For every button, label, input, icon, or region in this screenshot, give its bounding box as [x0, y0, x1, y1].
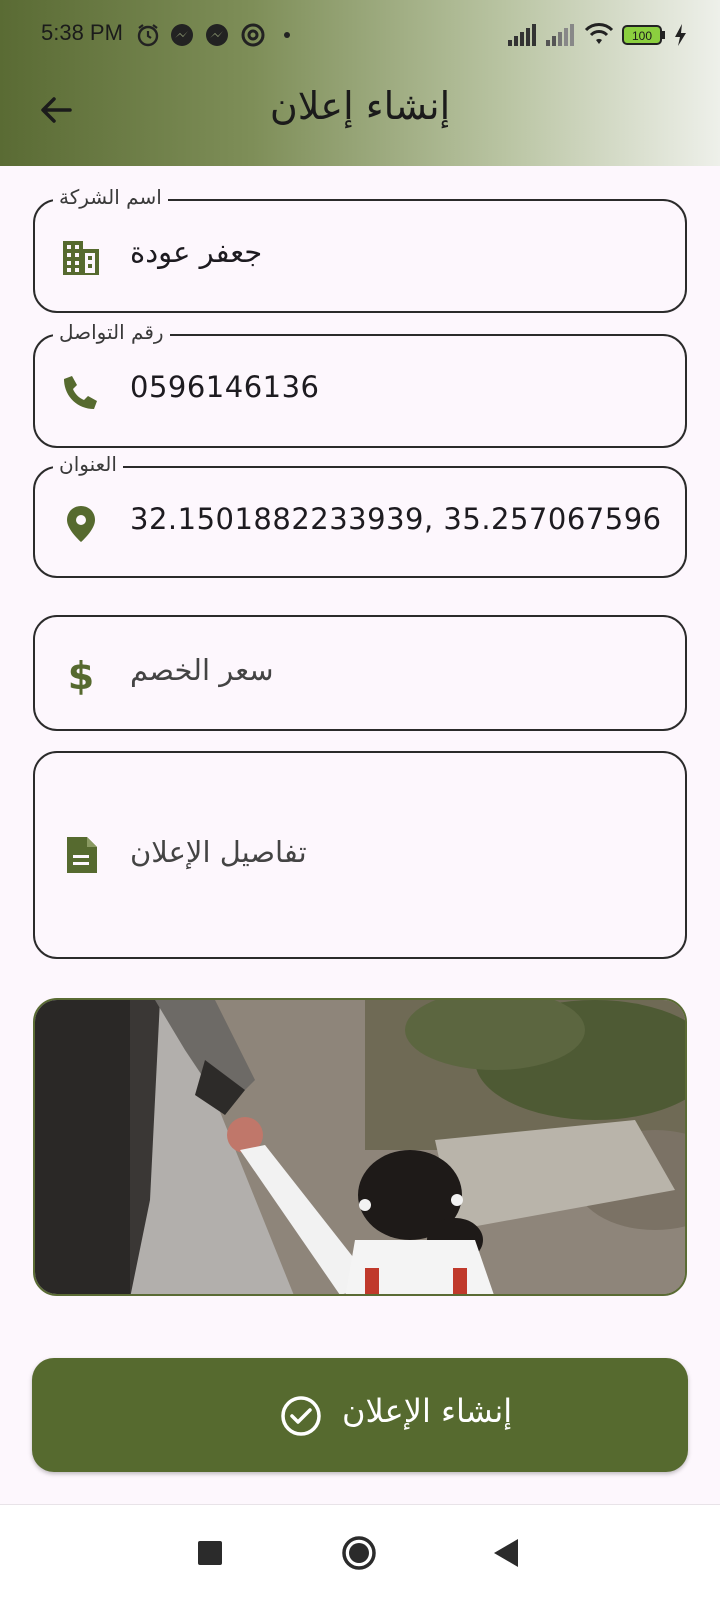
create-ad-button-label: إنشاء الإعلان — [342, 1392, 513, 1430]
signal-icon — [508, 24, 536, 46]
company-name-value: جعفر عودة — [130, 235, 263, 269]
status-time: 5:38 PM — [41, 20, 123, 45]
nav-back-icon[interactable] — [494, 1539, 518, 1567]
charging-icon — [675, 24, 686, 46]
wifi-icon — [584, 23, 614, 44]
ad-details-field[interactable]: تفاصيل الإعلان — [33, 751, 687, 959]
home-icon[interactable] — [341, 1535, 377, 1571]
signal-icon — [546, 24, 574, 46]
battery-icon: 100 — [622, 25, 665, 45]
document-icon — [67, 837, 97, 873]
company-name-label: اسم الشركة — [53, 185, 168, 209]
discount-price-placeholder: سعر الخصم — [130, 653, 274, 687]
contact-number-field[interactable]: رقم التواصل 0596146136 — [33, 320, 687, 448]
phone-icon — [64, 376, 97, 409]
page-title: إنشاء إعلان — [269, 84, 451, 128]
dollar-icon: $ — [68, 655, 94, 695]
photo-image — [35, 1000, 685, 1294]
svg-text:$: $ — [68, 655, 94, 695]
dot-icon — [284, 32, 290, 38]
address-label: العنوان — [53, 452, 123, 476]
alarm-icon — [137, 24, 159, 47]
messenger-icon — [171, 24, 193, 46]
discount-price-field[interactable]: $ سعر الخصم — [33, 615, 687, 731]
svg-text:100: 100 — [632, 29, 652, 43]
recent-apps-icon[interactable] — [198, 1541, 222, 1565]
ad-details-placeholder: تفاصيل الإعلان — [130, 835, 307, 869]
header-background: 5:38 PM 100 إنشاء إعلان — [0, 0, 720, 166]
ad-image-preview[interactable] — [33, 998, 687, 1296]
company-name-field[interactable]: اسم الشركة جعفر عودة — [33, 185, 687, 313]
at-icon — [241, 23, 265, 47]
check-circle-icon — [281, 1396, 321, 1436]
status-bar: 5:38 PM 100 — [0, 0, 720, 70]
building-icon — [63, 241, 99, 275]
address-field[interactable]: العنوان 32.1501882233939, 35.257067596 — [33, 452, 687, 578]
contact-number-label: رقم التواصل — [53, 320, 170, 344]
messenger-icon — [206, 24, 228, 46]
contact-number-value: 0596146136 — [130, 370, 320, 404]
system-nav-bar — [0, 1504, 720, 1601]
address-value: 32.1501882233939, 35.257067596 — [130, 502, 662, 536]
location-pin-icon — [67, 506, 95, 542]
create-ad-button[interactable]: إنشاء الإعلان — [32, 1358, 688, 1472]
